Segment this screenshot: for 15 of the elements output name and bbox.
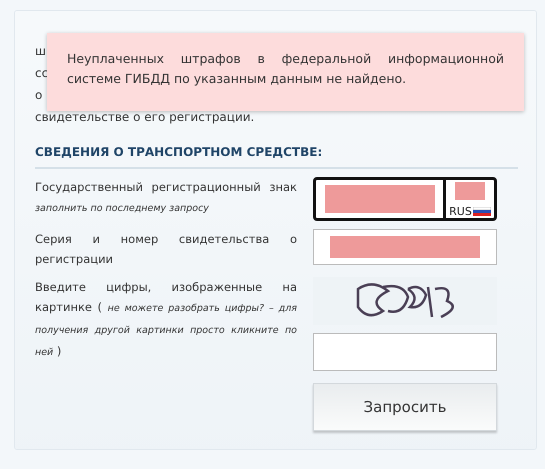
intro-text: ш: [35, 43, 46, 60]
intro-text: о: [35, 87, 42, 104]
intro-text: свидетельстве о его регистрации.: [35, 109, 254, 126]
license-plate-field[interactable]: RUS: [313, 177, 497, 221]
field-label: Введите цифры, изображенные на картинке ( не можете разобрать цифры? – для получения другой картинки просто кликните по ней ): [35, 279, 297, 360]
certificate-field[interactable]: [313, 229, 497, 265]
section-title: СВЕДЕНИЯ О ТРАНСПОРТНОМ СРЕДСТВЕ:: [35, 145, 518, 169]
field-label: Государственный регистрационный знак заполнить по последнему запросу: [35, 179, 297, 216]
captcha-input[interactable]: [313, 333, 497, 371]
submit-button[interactable]: Запросить: [313, 383, 497, 431]
intro-text: сс: [35, 65, 48, 82]
alert-message: Неуплаченных штрафов в федеральной информационной системе ГИБДД по указанным данным не найдено.: [47, 33, 524, 111]
field-label: Серия и номер свидетельства о регистрации: [35, 231, 297, 268]
flag-icon: [472, 207, 491, 216]
region-code: RUS: [449, 205, 472, 218]
